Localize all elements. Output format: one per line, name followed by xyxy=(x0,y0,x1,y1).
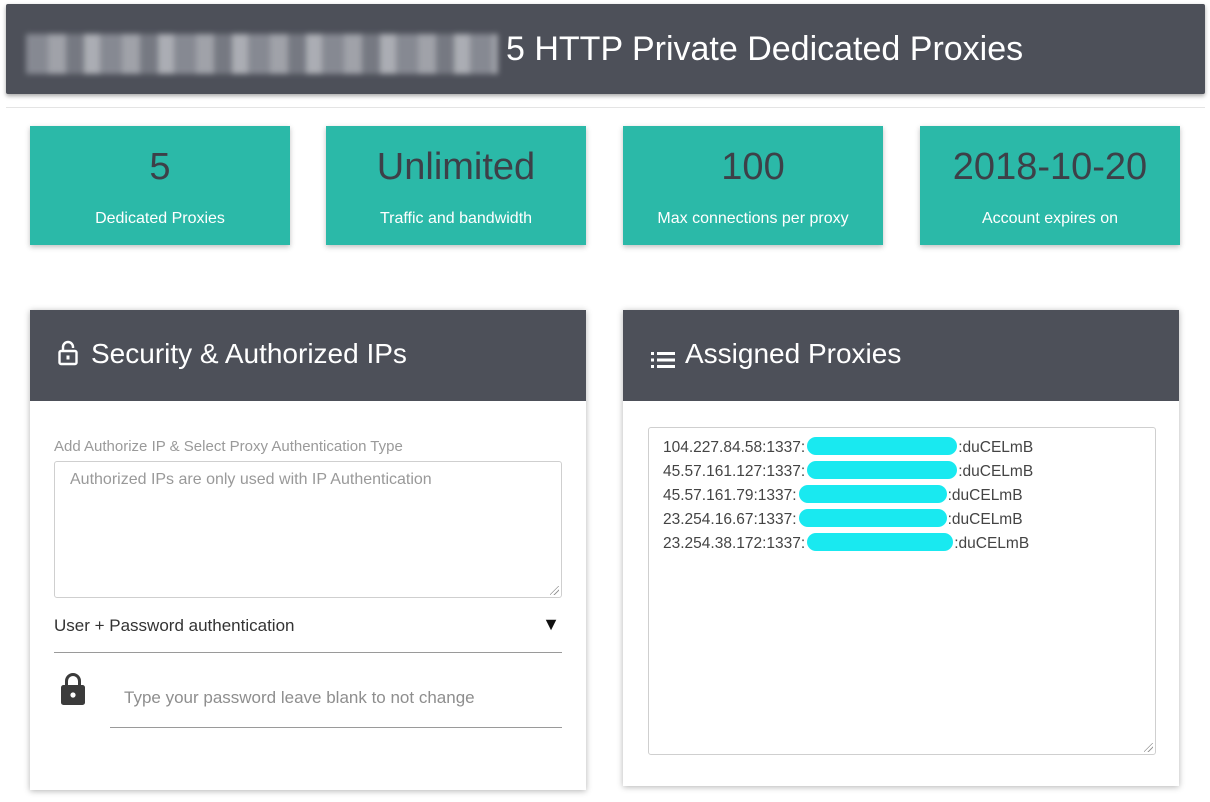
password-input[interactable]: Type your password leave blank to not ch… xyxy=(110,682,562,728)
stat-card-connections: 100 Max connections per proxy xyxy=(623,126,883,245)
triangle-down-icon: ▼ xyxy=(542,614,560,634)
stat-value: Unlimited xyxy=(376,146,536,188)
proxy-address: 45.57.161.127:1337: xyxy=(663,463,806,480)
lock-open-icon xyxy=(57,340,79,373)
proxy-address: 104.227.84.58:1337: xyxy=(663,439,806,456)
redacted-credential xyxy=(798,485,947,504)
lock-icon xyxy=(60,672,86,706)
resize-handle-icon[interactable] xyxy=(550,586,559,595)
page-title: 5 HTTP Private Dedicated Proxies xyxy=(506,30,1024,68)
assigned-proxies-panel: Assigned Proxies 104.227.84.58:1337::duC… xyxy=(623,310,1179,786)
resize-handle-icon[interactable] xyxy=(1144,743,1153,752)
stat-card-proxies: 5 Dedicated Proxies xyxy=(30,126,290,245)
proxy-password: :duCELmB xyxy=(947,511,1023,528)
security-panel: Security & Authorized IPs Add Authorize … xyxy=(30,310,586,790)
list-icon xyxy=(651,343,675,375)
authorized-ips-placeholder: Authorized IPs are only used with IP Aut… xyxy=(70,471,432,488)
proxies-panel-title: Assigned Proxies xyxy=(685,338,902,369)
proxy-password: :duCELmB xyxy=(958,439,1034,456)
proxy-line: 45.57.161.79:1337: :duCELmB xyxy=(663,484,1141,508)
security-panel-header: Security & Authorized IPs xyxy=(30,310,586,401)
page-header: 5 HTTP Private Dedicated Proxies xyxy=(6,4,1205,94)
proxy-address: 23.254.38.172:1337: xyxy=(663,535,806,552)
redacted-credential xyxy=(807,461,958,480)
stat-label: Max connections per proxy xyxy=(657,210,849,227)
stat-value: 5 xyxy=(149,146,171,188)
redacted-credential xyxy=(807,533,954,552)
security-panel-title: Security & Authorized IPs xyxy=(91,338,407,369)
stat-label: Dedicated Proxies xyxy=(95,210,225,227)
authorize-ip-label: Add Authorize IP & Select Proxy Authenti… xyxy=(54,438,403,455)
stat-label: Account expires on xyxy=(981,210,1119,227)
proxy-line: 23.254.38.172:1337: :duCELmB xyxy=(663,532,1141,556)
proxy-line: 45.57.161.127:1337: :duCELmB xyxy=(663,460,1141,484)
auth-type-value: User + Password authentication xyxy=(54,616,295,635)
proxies-panel-header: Assigned Proxies xyxy=(623,310,1179,401)
blurred-account-name xyxy=(26,34,498,74)
proxy-line: 104.227.84.58:1337: :duCELmB xyxy=(663,436,1141,460)
stat-value: 100 xyxy=(721,146,785,188)
redacted-credential xyxy=(798,509,947,528)
proxy-password: :duCELmB xyxy=(958,463,1034,480)
header-divider xyxy=(6,107,1205,108)
stat-value: 2018-10-20 xyxy=(952,146,1148,188)
stat-label: Traffic and bandwidth xyxy=(379,210,533,227)
password-placeholder: Type your password leave blank to not ch… xyxy=(124,688,475,707)
stat-card-traffic: Unlimited Traffic and bandwidth xyxy=(326,126,586,245)
redacted-credential xyxy=(807,437,958,456)
auth-type-select[interactable]: User + Password authentication ▼ xyxy=(54,610,562,653)
proxy-password: :duCELmB xyxy=(954,535,1030,552)
stat-card-expiry: 2018-10-20 Account expires on xyxy=(920,126,1180,245)
proxy-address: 23.254.16.67:1337: xyxy=(663,511,797,528)
authorized-ips-textarea[interactable]: Authorized IPs are only used with IP Aut… xyxy=(54,461,562,598)
proxy-line: 23.254.16.67:1337: :duCELmB xyxy=(663,508,1141,532)
proxies-textarea[interactable]: 104.227.84.58:1337::duCELmB 45.57.161.12… xyxy=(648,427,1156,755)
proxy-password: :duCELmB xyxy=(947,487,1023,504)
proxy-address: 45.57.161.79:1337: xyxy=(663,487,797,504)
